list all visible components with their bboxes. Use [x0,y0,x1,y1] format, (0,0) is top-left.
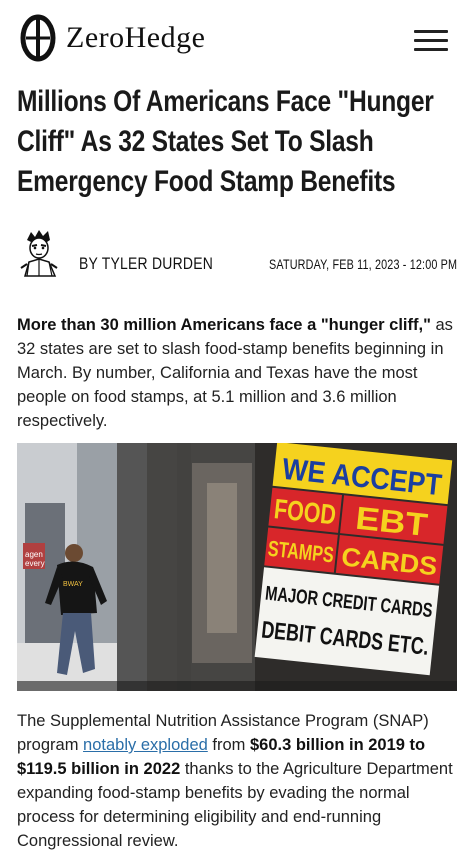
lead-bold-text: More than 30 million Americans face a "h… [17,316,431,334]
hamburger-menu-icon[interactable] [414,26,450,54]
site-header: ZeroHedge [0,0,474,80]
article-image: agen every BWAY WE ACCEPT FOOD EBT STAMP… [17,443,457,691]
lead-paragraph: More than 30 million Americans face a "h… [17,313,457,433]
sign-food: FOOD [273,493,338,530]
author-name[interactable]: BY TYLER DURDEN [79,254,213,274]
zerohedge-logo-icon [20,14,56,62]
sign-ebt: EBT [354,500,430,543]
brand-name: ZeroHedge [66,21,206,54]
article-title: Millions Of Americans Face "Hunger Cliff… [17,85,434,198]
para2-text-mid: from [207,736,250,754]
svg-text:agen: agen [25,550,43,559]
notably-exploded-link[interactable]: notably exploded [83,736,208,754]
author-avatar[interactable] [17,228,61,278]
svg-text:every: every [25,559,45,568]
shirt-text: BWAY [63,581,83,588]
food-stamps-sign-photo: agen every BWAY WE ACCEPT FOOD EBT STAMP… [17,443,457,691]
publish-date: SATURDAY, FEB 11, 2023 - 12:00 PM [268,257,457,272]
site-logo[interactable]: ZeroHedge [20,14,205,62]
article-byline: BY TYLER DURDEN SATURDAY, FEB 11, 2023 -… [17,228,457,280]
body-paragraph: The Supplemental Nutrition Assistance Pr… [17,709,457,853]
